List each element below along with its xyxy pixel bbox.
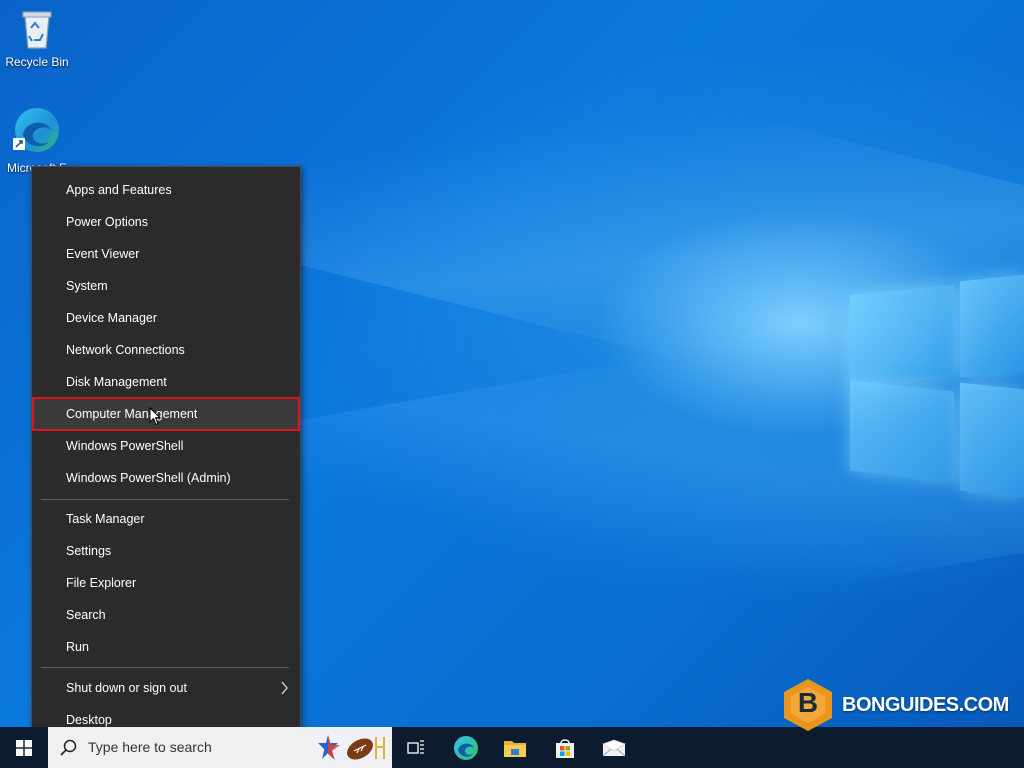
file-explorer-icon — [504, 740, 526, 757]
mouse-cursor-icon — [149, 407, 161, 426]
bonguides-watermark: B BONGUIDES.COM — [782, 677, 1009, 733]
menu-item-windows-powershell[interactable]: Windows PowerShell — [33, 430, 299, 462]
menu-item-system[interactable]: System — [33, 270, 299, 302]
menu-item-file-explorer[interactable]: File Explorer — [33, 567, 299, 599]
desktop-icon-recycle-bin[interactable]: Recycle Bin — [2, 6, 72, 69]
menu-item-search[interactable]: Search — [33, 599, 299, 631]
task-view-icon — [407, 739, 424, 754]
mail-icon — [602, 739, 626, 756]
menu-item-apps-and-features[interactable]: Apps and Features — [33, 174, 299, 206]
search-highlight-image — [314, 729, 390, 766]
taskbar-search-box[interactable]: Type here to search — [48, 727, 392, 768]
chevron-right-icon — [281, 681, 288, 695]
taskbar-mail-button[interactable] — [590, 727, 638, 768]
menu-separator — [41, 667, 289, 668]
menu-item-disk-management[interactable]: Disk Management — [33, 366, 299, 398]
search-icon — [60, 739, 77, 756]
menu-item-device-manager[interactable]: Device Manager — [33, 302, 299, 334]
menu-item-computer-management[interactable]: Computer Management — [32, 397, 300, 431]
store-icon — [556, 738, 574, 758]
windows-logo-wallpaper — [848, 268, 1024, 498]
task-view-button[interactable] — [392, 727, 440, 768]
taskbar-edge-button[interactable] — [442, 727, 490, 768]
bonguides-text: BONGUIDES.COM — [842, 693, 1009, 716]
taskbar-file-explorer-button[interactable] — [491, 727, 539, 768]
recycle-bin-icon — [22, 11, 52, 49]
menu-item-windows-powershell-admin[interactable]: Windows PowerShell (Admin) — [33, 462, 299, 494]
taskbar-store-button[interactable] — [541, 727, 589, 768]
menu-item-settings[interactable]: Settings — [33, 535, 299, 567]
menu-item-network-connections[interactable]: Network Connections — [33, 334, 299, 366]
menu-item-task-manager[interactable]: Task Manager — [33, 503, 299, 535]
winx-context-menu: Apps and Features Power Options Event Vi… — [31, 166, 301, 746]
desktop-icon-edge[interactable]: Microsoft E — [2, 104, 72, 175]
start-icon — [16, 739, 32, 756]
edge-icon — [13, 108, 59, 152]
menu-separator — [41, 499, 289, 500]
menu-item-event-viewer[interactable]: Event Viewer — [33, 238, 299, 270]
menu-item-power-options[interactable]: Power Options — [33, 206, 299, 238]
menu-item-shut-down-or-sign-out[interactable]: Shut down or sign out — [33, 672, 299, 704]
search-placeholder: Type here to search — [88, 739, 212, 755]
desktop-icon-label: Recycle Bin — [5, 55, 69, 69]
menu-item-run[interactable]: Run — [33, 631, 299, 663]
start-button[interactable] — [0, 727, 48, 768]
edge-icon — [454, 735, 478, 760]
bonguides-logo-letter: B — [797, 687, 819, 718]
